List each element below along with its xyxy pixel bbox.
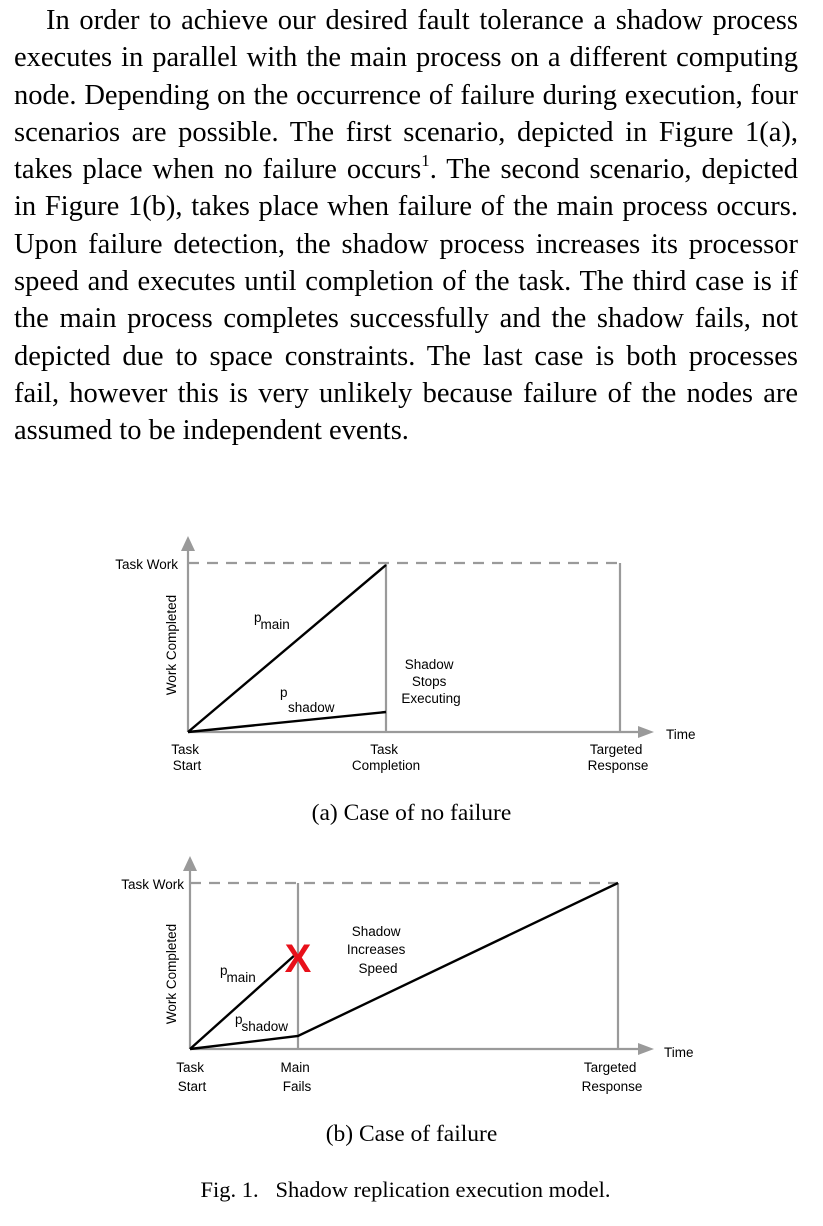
fig-b-y-arrow-icon: [183, 856, 197, 871]
footnote-marker: 1: [421, 151, 430, 171]
fig-a-tick-task-start: Task Start: [171, 742, 203, 773]
figure-caption: Fig. 1. Shadow replication execution mod…: [200, 1177, 611, 1202]
fig-a-tick-task-completion: Task Completion: [352, 742, 420, 773]
fig-a-y-arrow-icon: [181, 536, 195, 551]
fig-a-x-axis-label: Time: [666, 727, 696, 742]
fig-a-x-arrow-icon: [638, 726, 654, 738]
fig-b-event-label: Shadow Increases Speed: [347, 924, 409, 976]
fig-a-p-shadow-line: [187, 710, 387, 734]
body-paragraph: In order to achieve our desired fault to…: [14, 2, 798, 450]
fig-b-caption: (b) Case of failure: [325, 1121, 498, 1147]
fig-b-p-main-line: [189, 953, 297, 1050]
fig-a-caption: (a) Case of no failure: [311, 800, 512, 826]
fig-a-y-top-label: Task Work: [115, 557, 178, 572]
fig-b-p-main-label: pmain: [220, 963, 256, 985]
fig-b-tick-main-fails: Main Fails: [280, 1060, 313, 1094]
fig-a-p-shadow-label: pshadow: [280, 685, 335, 715]
fig-a-p-main-label: pmain: [254, 610, 290, 632]
fig-b-x-axis-label: Time: [664, 1045, 694, 1060]
fig-b-failure-mark: X: [285, 937, 312, 981]
figure-b: Task Work Work Completed X pmain pshadow…: [121, 856, 694, 1094]
fig-a-tick-targeted-response: Targeted Response: [588, 742, 649, 773]
fig-b-tick-targeted-response: Targeted Response: [582, 1060, 643, 1094]
fig-b-y-axis-label: Work Completed: [164, 924, 179, 1024]
paragraph-text-2: . The second scenario, depicted in Figur…: [14, 154, 799, 447]
fig-a-p-main-line: [187, 564, 387, 733]
fig-a-event-label: Shadow Stops Executing: [401, 657, 460, 706]
figure-a: Task Work Work Completed pmain pshadow S…: [115, 536, 696, 773]
fig-b-tick-task-start: Task Start: [176, 1060, 208, 1094]
fig-b-y-top-label: Task Work: [121, 877, 184, 892]
fig-b-x-arrow-icon: [638, 1043, 654, 1055]
fig-b-p-shadow-label: pshadow: [235, 1012, 288, 1034]
fig-a-y-axis-label: Work Completed: [164, 595, 179, 695]
